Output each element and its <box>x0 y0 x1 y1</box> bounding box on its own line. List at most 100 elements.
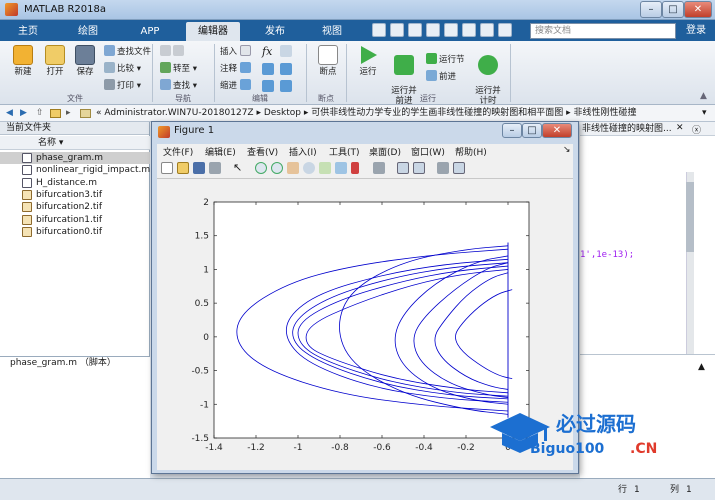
menu-dock-icon[interactable]: ↘ <box>563 145 571 155</box>
redo-icon[interactable] <box>462 23 476 37</box>
pan-icon[interactable] <box>287 162 299 174</box>
tab-view[interactable]: 视图 <box>310 22 354 41</box>
list-item[interactable]: phase_gram.m <box>0 152 150 164</box>
back-forward-buttons[interactable] <box>160 45 186 57</box>
minimize-button[interactable]: – <box>640 1 662 18</box>
indent-decrease-icon[interactable] <box>280 80 292 92</box>
tab-plots[interactable]: 绘图 <box>66 22 110 41</box>
brush-color-icon[interactable] <box>351 162 359 174</box>
save-button[interactable]: 保存 <box>70 45 100 77</box>
tab-home[interactable]: 主页 <box>8 22 48 41</box>
print-label: 打印 <box>117 81 135 91</box>
tab-apps[interactable]: APP <box>128 22 172 41</box>
quick-cut-icon[interactable] <box>390 23 404 37</box>
y-tick-label: -1.5 <box>191 434 209 444</box>
hide-plot-tools-icon[interactable] <box>437 162 449 174</box>
new-figure-icon[interactable] <box>161 162 173 174</box>
goto-button[interactable]: 转至 ▾ <box>160 62 197 74</box>
editor-scrollbar-thumb[interactable] <box>686 182 694 252</box>
quick-paste-icon[interactable] <box>426 23 440 37</box>
quick-copy-icon[interactable] <box>408 23 422 37</box>
login-button[interactable]: 登录 <box>680 23 712 39</box>
help-icon[interactable] <box>498 23 512 37</box>
print-figure-icon[interactable] <box>209 162 221 174</box>
fx-icon[interactable]: fx <box>262 45 272 58</box>
editor-action-icon[interactable]: ⓧ <box>692 123 701 136</box>
breakpoints-button[interactable]: 断点 <box>312 45 344 77</box>
tab-editor[interactable]: 编辑器 <box>186 22 240 41</box>
collapse-ribbon-icon[interactable]: ▲ <box>700 91 707 101</box>
forward-icon[interactable]: ▶ <box>20 105 27 122</box>
breadcrumb-item[interactable]: 可供非线性动力学专业的学生画非线性碰撞的映射图和相平面图 <box>311 108 563 118</box>
list-item[interactable]: bifurcation0.tif <box>0 226 150 238</box>
list-item[interactable]: bifurcation2.tif <box>0 201 150 213</box>
menu-desktop[interactable]: 桌面(D) <box>369 145 401 158</box>
menu-help[interactable]: 帮助(H) <box>455 145 487 158</box>
image-file-icon <box>22 189 32 200</box>
switch-windows-icon[interactable] <box>480 23 494 37</box>
list-item[interactable]: nonlinear_rigid_impact.m <box>0 164 150 176</box>
indent-increase-icon[interactable] <box>262 80 274 92</box>
print-button[interactable]: 打印 ▾ <box>104 79 141 91</box>
back-icon[interactable]: ◀ <box>6 105 13 122</box>
comment-add-icon[interactable] <box>262 63 274 75</box>
figure-maximize-button[interactable]: □ <box>522 123 542 138</box>
breadcrumb-item[interactable]: Desktop <box>264 108 301 118</box>
editor-close-icon[interactable]: ✕ <box>676 123 684 133</box>
figure-close-button[interactable]: ✕ <box>542 123 572 138</box>
menu-tools[interactable]: 工具(T) <box>329 145 360 158</box>
find-button[interactable]: 查找 ▾ <box>160 79 197 91</box>
data-cursor-icon[interactable] <box>319 162 331 174</box>
rotate-icon[interactable] <box>303 162 315 174</box>
pointer-icon[interactable]: ↖ <box>233 162 245 174</box>
undo-icon[interactable] <box>444 23 458 37</box>
run-button[interactable]: 运行 <box>352 45 384 77</box>
maximize-button[interactable]: □ <box>662 1 684 18</box>
link-plot-icon[interactable] <box>373 162 385 174</box>
open-button[interactable]: 打开 <box>40 45 70 77</box>
close-button[interactable]: ✕ <box>684 1 712 18</box>
open-file-icon[interactable] <box>177 162 189 174</box>
menu-file[interactable]: 文件(F) <box>163 145 193 158</box>
x-tick-label: -0.4 <box>415 443 433 453</box>
insert-function-icon[interactable] <box>280 45 292 57</box>
breadcrumb-item[interactable]: 非线性刚性碰撞 <box>573 108 636 118</box>
col-value: 1 <box>686 485 692 495</box>
new-button[interactable]: 新建 <box>8 45 38 77</box>
menu-window[interactable]: 窗口(W) <box>411 145 445 158</box>
tab-publish[interactable]: 发布 <box>254 22 296 41</box>
quick-save-icon[interactable] <box>372 23 386 37</box>
menu-view[interactable]: 查看(V) <box>247 145 278 158</box>
browse-folder-icon[interactable] <box>50 109 61 118</box>
breadcrumb-item[interactable]: Administrator.WIN7U-20180127Z <box>104 108 253 118</box>
zoom-in-icon[interactable] <box>255 162 267 174</box>
command-window-scroll-icon[interactable]: ▲ <box>698 362 705 372</box>
comment-button[interactable]: 注释 <box>220 62 253 74</box>
x-tick-label: -1 <box>294 443 303 453</box>
menu-edit[interactable]: 编辑(E) <box>205 145 236 158</box>
list-item[interactable]: H_distance.m <box>0 177 150 189</box>
compare-button[interactable]: 比较 ▾ <box>104 62 141 74</box>
advance-button[interactable]: 前进 <box>426 70 456 82</box>
brush-icon[interactable] <box>335 162 347 174</box>
find-files-button[interactable]: 查找文件 <box>104 45 151 57</box>
legend-icon[interactable] <box>413 162 425 174</box>
comment-remove-icon[interactable] <box>280 63 292 75</box>
colorbar-icon[interactable] <box>397 162 409 174</box>
list-item[interactable]: bifurcation1.tif <box>0 214 150 226</box>
up-folder-icon[interactable]: ⇧ <box>36 105 44 122</box>
show-plot-tools-icon[interactable] <box>453 162 465 174</box>
save-figure-icon[interactable] <box>193 162 205 174</box>
m-file-icon <box>22 177 32 188</box>
insert-button[interactable]: 插入 <box>220 45 253 57</box>
menu-insert[interactable]: 插入(I) <box>289 145 317 158</box>
figure-minimize-button[interactable]: – <box>502 123 522 138</box>
search-documentation-input[interactable]: 搜索文档 <box>530 23 676 39</box>
zoom-out-icon[interactable] <box>271 162 283 174</box>
path-dropdown-icon[interactable]: ▾ <box>702 105 707 122</box>
run-section-button[interactable]: 运行节 <box>426 53 465 65</box>
y-tick-label: 0.5 <box>195 299 209 309</box>
list-item[interactable]: bifurcation3.tif <box>0 189 150 201</box>
indent-button[interactable]: 缩进 <box>220 79 253 91</box>
name-column-header[interactable]: 名称 ▾ <box>0 136 150 150</box>
